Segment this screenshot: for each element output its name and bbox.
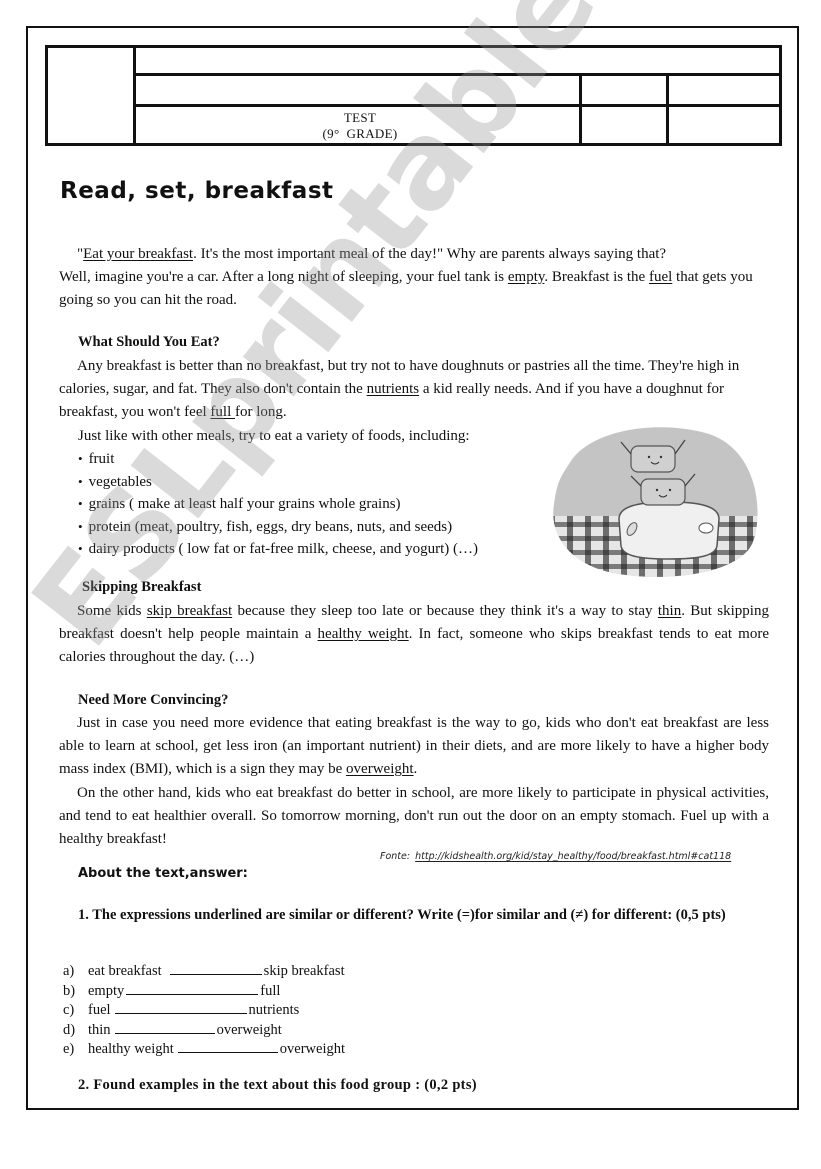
eat-paragraph: Any breakfast is better than no breakfas…	[59, 358, 740, 420]
grade-label: (9° GRADE)	[322, 126, 398, 141]
underlined-expression: Eat your breakfast	[83, 246, 194, 262]
convince-paragraph: Just in case you need more evidence that…	[59, 715, 769, 777]
list-item: dairy products ( low fat or fat-free mil…	[78, 538, 478, 561]
answer-list: a) eat breakfast skip breakfast b) empty…	[63, 962, 345, 1060]
skip-paragraph: Some kids skip breakfast because they sl…	[59, 603, 769, 665]
answer-blank[interactable]	[177, 1040, 278, 1053]
convince-paragraph-2: On the other hand, kids who eat breakfas…	[59, 785, 769, 847]
underlined-expression: overweight	[346, 761, 414, 777]
source-label: Fonte:	[380, 851, 411, 862]
underlined-expression: healthy weight	[317, 626, 409, 642]
source-link[interactable]: http://kidshealth.org/kid/stay_healthy/f…	[415, 851, 731, 862]
answer-blank[interactable]	[114, 1001, 247, 1014]
header-divider	[666, 76, 669, 143]
about-heading: About the text,answer:	[78, 866, 248, 881]
header-table: TEST (9° GRADE)	[45, 45, 782, 146]
food-list: fruit vegetables grains ( make at least …	[78, 448, 478, 561]
question-1: 1. The expressions underlined are simila…	[78, 907, 726, 923]
underlined-expression: nutrients	[366, 381, 420, 397]
question-2: 2. Found examples in the text about this…	[78, 1077, 477, 1093]
toaster-illustration	[553, 427, 758, 577]
answer-row: d) thin overweight	[63, 1021, 282, 1038]
document-title: Read, set, breakfast	[60, 178, 334, 204]
list-item: vegetables	[78, 471, 478, 494]
underlined-expression: skip breakfast	[146, 603, 233, 619]
answer-row: a) eat breakfast skip breakfast	[63, 962, 345, 979]
underlined-expression: thin	[657, 603, 682, 619]
answer-row: b) empty full	[63, 982, 281, 999]
answer-blank[interactable]	[114, 1021, 215, 1034]
header-divider	[136, 73, 779, 76]
list-item: fruit	[78, 448, 478, 471]
underlined-expression: fuel	[648, 269, 673, 285]
answer-row: c) fuel nutrients	[63, 1001, 300, 1018]
list-intro: Just like with other meals, try to eat a…	[78, 428, 470, 444]
underlined-expression: empty	[507, 269, 545, 285]
answer-blank[interactable]	[126, 982, 259, 995]
source-citation: Fonte: http://kidshealth.org/kid/stay_he…	[380, 851, 731, 862]
header-divider	[133, 48, 136, 143]
header-divider	[136, 104, 779, 107]
intro-paragraph: "Eat your breakfast. It's the most impor…	[59, 246, 753, 308]
answer-row: e) healthy weight overweight	[63, 1040, 346, 1057]
toaster-icon	[618, 501, 720, 560]
section-heading: Skipping Breakfast	[82, 579, 202, 595]
underlined-expression: full	[210, 404, 235, 420]
test-heading: TEST (9° GRADE)	[137, 110, 583, 142]
section-heading: Need More Convincing?	[78, 692, 229, 708]
list-item: protein (meat, poultry, fish, eggs, dry …	[78, 516, 478, 539]
test-label: TEST	[343, 110, 377, 125]
answer-blank[interactable]	[169, 962, 262, 975]
list-item: grains ( make at least half your grains …	[78, 493, 478, 516]
section-heading: What Should You Eat?	[78, 334, 220, 350]
